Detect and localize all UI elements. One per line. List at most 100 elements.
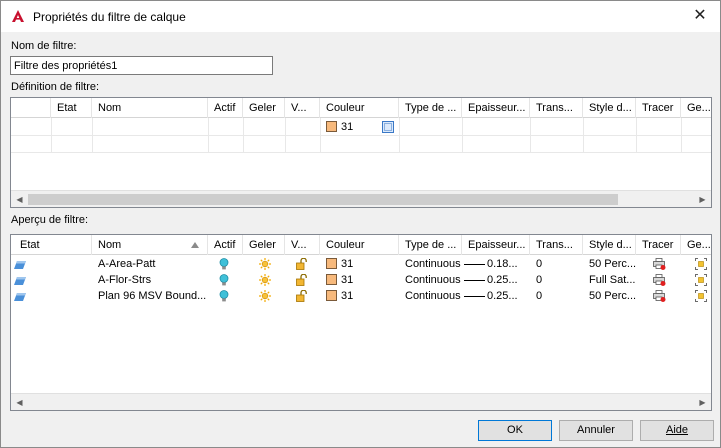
sort-ascending-icon bbox=[191, 242, 199, 248]
table-row[interactable]: A-Flor-Strs 31 Continuous 0.25... 0 Full Sat.… bbox=[11, 272, 711, 288]
layer-name: A-Flor-Strs bbox=[98, 274, 152, 286]
def-col-name[interactable]: Nom bbox=[92, 98, 208, 118]
layer-linetype[interactable]: Continuous bbox=[399, 256, 462, 272]
autocad-logo-icon bbox=[12, 10, 24, 22]
definition-label: Définition de filtre: bbox=[11, 81, 100, 93]
definition-header: Etat Nom Actif Geler V... Couleur Type d… bbox=[11, 98, 711, 118]
layer-plot-style[interactable]: 50 Perc... bbox=[583, 288, 636, 304]
def-col-on[interactable]: Actif bbox=[208, 98, 243, 118]
layer-state-icon bbox=[14, 260, 26, 272]
sun-thawed-icon[interactable] bbox=[259, 274, 271, 289]
layer-color: 31 bbox=[341, 274, 354, 286]
scroll-left-icon[interactable]: ◀ bbox=[11, 394, 28, 410]
new-viewport-freeze-icon[interactable] bbox=[695, 274, 707, 289]
prev-col-plot[interactable]: Tracer bbox=[636, 235, 681, 255]
unlocked-icon[interactable] bbox=[296, 257, 307, 273]
layer-color-cell[interactable]: 31 bbox=[320, 256, 399, 272]
table-row[interactable]: A-Area-Patt 31 Continuous 0.18... 0 50 Perc..… bbox=[11, 256, 711, 272]
color-swatch bbox=[326, 274, 337, 285]
prev-col-freeze[interactable]: Geler bbox=[243, 235, 285, 255]
prev-col-lock[interactable]: V... bbox=[285, 235, 320, 255]
def-col-transparency[interactable]: Trans... bbox=[530, 98, 583, 118]
preview-header: Etat Nom Actif Geler V... Couleur Type d… bbox=[11, 235, 711, 255]
layer-color-cell[interactable]: 31 bbox=[320, 288, 399, 304]
layer-color: 31 bbox=[341, 290, 354, 302]
prev-col-state[interactable]: Etat bbox=[11, 235, 92, 255]
layer-transparency[interactable]: 0 bbox=[530, 256, 583, 272]
scroll-thumb[interactable] bbox=[28, 194, 618, 205]
layer-lineweight[interactable]: 0.25... bbox=[484, 288, 530, 304]
sun-thawed-icon[interactable] bbox=[259, 258, 271, 273]
layer-state-icon bbox=[14, 292, 26, 304]
layer-transparency[interactable]: 0 bbox=[530, 288, 583, 304]
prev-col-lineweight[interactable]: Epaisseur... bbox=[462, 235, 530, 255]
printer-no-plot-icon[interactable] bbox=[653, 290, 666, 305]
dialog-window: Propriétés du filtre de calque ✕ Nom de … bbox=[0, 0, 721, 448]
layer-linetype[interactable]: Continuous bbox=[399, 288, 462, 304]
layer-plot-style[interactable]: Full Sat... bbox=[583, 272, 636, 288]
def-col-freeze[interactable]: Geler bbox=[243, 98, 285, 118]
def-col-linetype[interactable]: Type de ... bbox=[399, 98, 462, 118]
scroll-right-icon[interactable]: ▶ bbox=[694, 394, 711, 410]
prev-col-transparency[interactable]: Trans... bbox=[530, 235, 583, 255]
def-col-lock[interactable]: V... bbox=[285, 98, 320, 118]
layer-transparency[interactable]: 0 bbox=[530, 272, 583, 288]
prev-col-on[interactable]: Actif bbox=[208, 235, 243, 255]
def-col-plot-style[interactable]: Style d... bbox=[583, 98, 636, 118]
close-icon[interactable]: ✕ bbox=[691, 7, 709, 25]
lightbulb-on-icon[interactable] bbox=[219, 258, 229, 273]
def-col-new-vp[interactable]: Ge... bbox=[681, 98, 711, 118]
lightbulb-on-icon[interactable] bbox=[219, 290, 229, 305]
scroll-left-icon[interactable]: ◀ bbox=[11, 191, 28, 207]
preview-label: Aperçu de filtre: bbox=[11, 214, 89, 226]
unlocked-icon[interactable] bbox=[296, 289, 307, 305]
lineweight-sample bbox=[464, 280, 485, 281]
layer-color: 31 bbox=[341, 258, 354, 270]
window-title: Propriétés du filtre de calque bbox=[33, 10, 186, 24]
help-button-label: Aide bbox=[665, 424, 689, 436]
color-picker-icon[interactable] bbox=[382, 121, 394, 133]
layer-state-icon bbox=[14, 276, 26, 288]
lineweight-sample bbox=[464, 264, 485, 265]
new-viewport-freeze-icon[interactable] bbox=[695, 258, 707, 273]
layer-lineweight[interactable]: 0.25... bbox=[484, 272, 530, 288]
color-swatch bbox=[326, 290, 337, 301]
printer-no-plot-icon[interactable] bbox=[653, 274, 666, 289]
prev-col-plot-style[interactable]: Style d... bbox=[583, 235, 636, 255]
layer-plot-style[interactable]: 50 Perc... bbox=[583, 256, 636, 272]
def-col-color[interactable]: Couleur bbox=[320, 98, 399, 118]
def-col-plot[interactable]: Tracer bbox=[636, 98, 681, 118]
def-col-blank[interactable] bbox=[11, 98, 51, 118]
definition-grid[interactable]: Etat Nom Actif Geler V... Couleur Type d… bbox=[10, 97, 712, 208]
unlocked-icon[interactable] bbox=[296, 273, 307, 289]
cancel-button[interactable]: Annuler bbox=[559, 420, 633, 441]
prev-col-new-vp[interactable]: Ge... bbox=[681, 235, 711, 255]
layer-lineweight[interactable]: 0.18... bbox=[484, 256, 530, 272]
color-swatch bbox=[326, 121, 337, 132]
definition-hscroll[interactable]: ◀ ▶ bbox=[11, 190, 711, 207]
ok-button[interactable]: OK bbox=[478, 420, 552, 441]
preview-hscroll[interactable]: ◀ ▶ bbox=[11, 393, 711, 410]
prev-col-name-label: Nom bbox=[98, 239, 122, 251]
lineweight-sample bbox=[464, 296, 485, 297]
prev-col-linetype[interactable]: Type de ... bbox=[399, 235, 462, 255]
filter-name-input[interactable] bbox=[10, 56, 273, 75]
new-viewport-freeze-icon[interactable] bbox=[695, 290, 707, 305]
prev-col-color[interactable]: Couleur bbox=[320, 235, 399, 255]
def-col-state[interactable]: Etat bbox=[51, 98, 92, 118]
layer-color-cell[interactable]: 31 bbox=[320, 272, 399, 288]
def-col-lineweight[interactable]: Epaisseur... bbox=[462, 98, 530, 118]
table-row[interactable]: Plan 96 MSV Bound... 31 Continuous 0.25... 0… bbox=[11, 288, 711, 304]
help-button[interactable]: Aide bbox=[640, 420, 714, 441]
lightbulb-on-icon[interactable] bbox=[219, 274, 229, 289]
def-color-value: 31 bbox=[341, 121, 354, 133]
preview-grid[interactable]: Etat Nom Actif Geler V... Couleur Type d… bbox=[10, 234, 712, 411]
layer-linetype[interactable]: Continuous bbox=[399, 272, 462, 288]
printer-no-plot-icon[interactable] bbox=[653, 258, 666, 273]
filter-name-label: Nom de filtre: bbox=[11, 40, 77, 52]
color-swatch bbox=[326, 258, 337, 269]
scroll-right-icon[interactable]: ▶ bbox=[694, 191, 711, 207]
layer-name: A-Area-Patt bbox=[98, 258, 156, 270]
sun-thawed-icon[interactable] bbox=[259, 290, 271, 305]
layer-name: Plan 96 MSV Bound... bbox=[98, 290, 207, 302]
